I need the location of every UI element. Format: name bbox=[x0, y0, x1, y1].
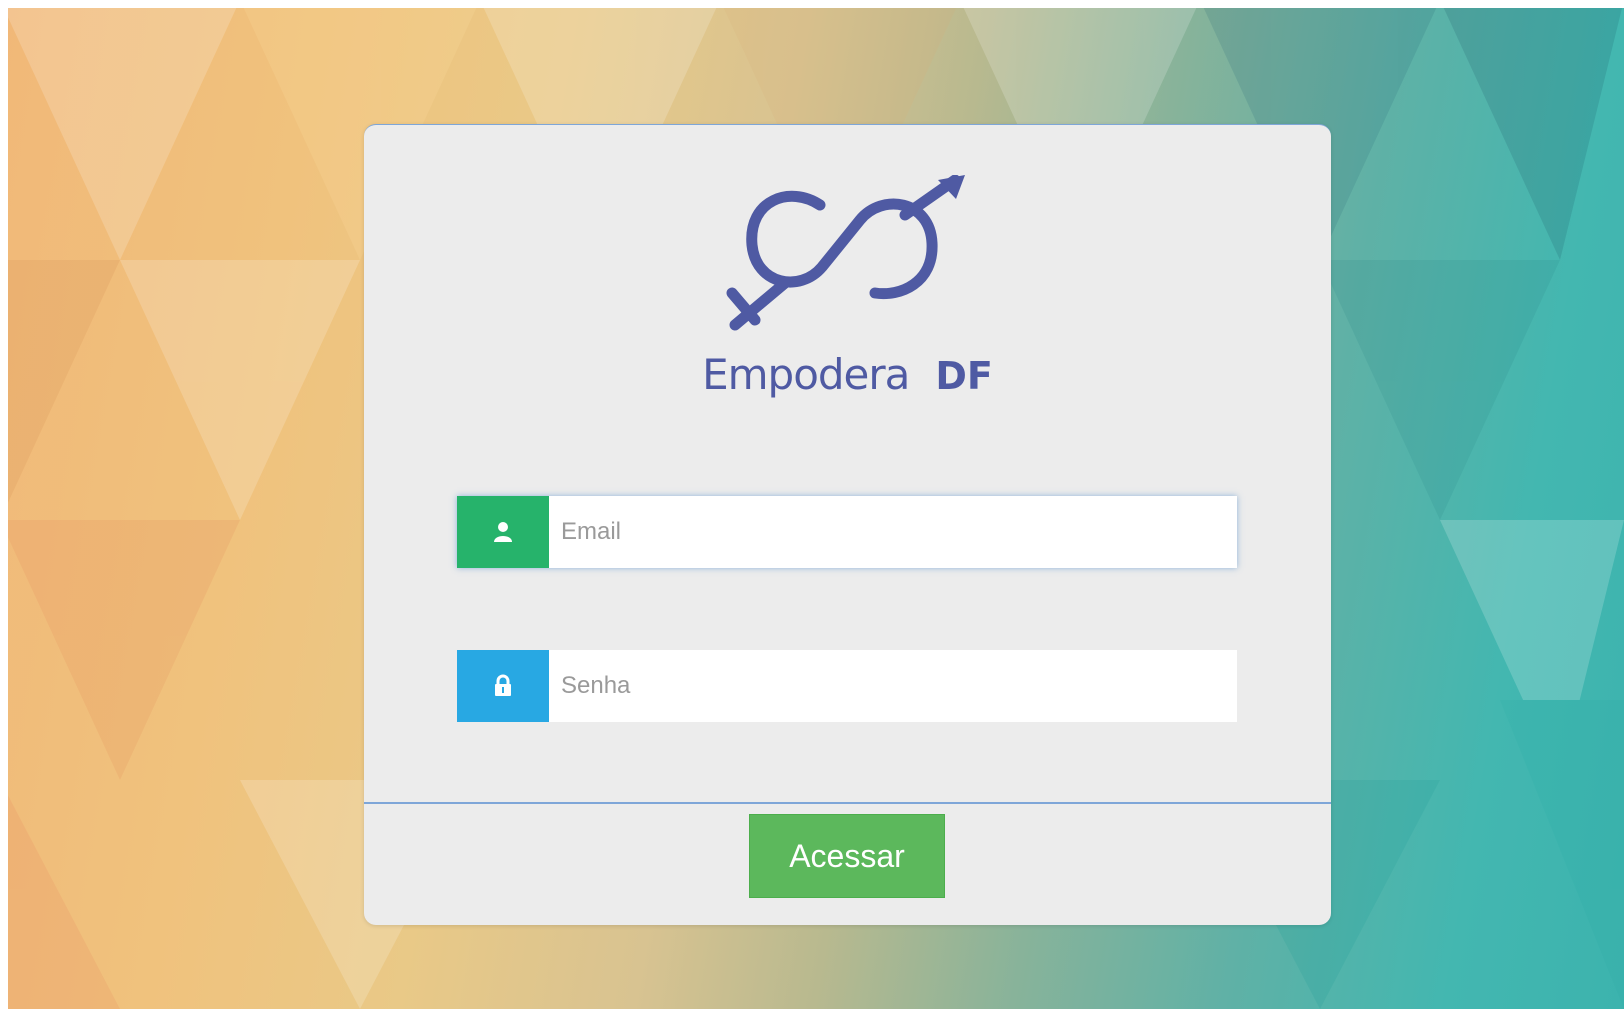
email-field-group bbox=[457, 496, 1237, 568]
password-input[interactable] bbox=[549, 650, 1237, 722]
user-icon bbox=[494, 522, 512, 542]
brand-name-part2: DF bbox=[935, 354, 993, 398]
left-border bbox=[0, 0, 8, 1009]
card-divider bbox=[364, 802, 1331, 804]
email-addon bbox=[457, 496, 549, 568]
email-input[interactable] bbox=[549, 496, 1237, 568]
login-page: Empodera DF Acessar bbox=[0, 0, 1624, 1009]
infinity-gender-symbol-icon bbox=[726, 175, 965, 331]
password-addon bbox=[457, 650, 549, 722]
lock-icon bbox=[495, 674, 511, 696]
login-card: Empodera DF Acessar bbox=[364, 124, 1331, 925]
submit-button[interactable]: Acessar bbox=[749, 814, 945, 898]
brand-name-part1: Empodera bbox=[702, 350, 910, 399]
top-border bbox=[0, 0, 1624, 8]
brand-name: Empodera DF bbox=[364, 350, 1331, 399]
password-field-group bbox=[457, 650, 1237, 722]
